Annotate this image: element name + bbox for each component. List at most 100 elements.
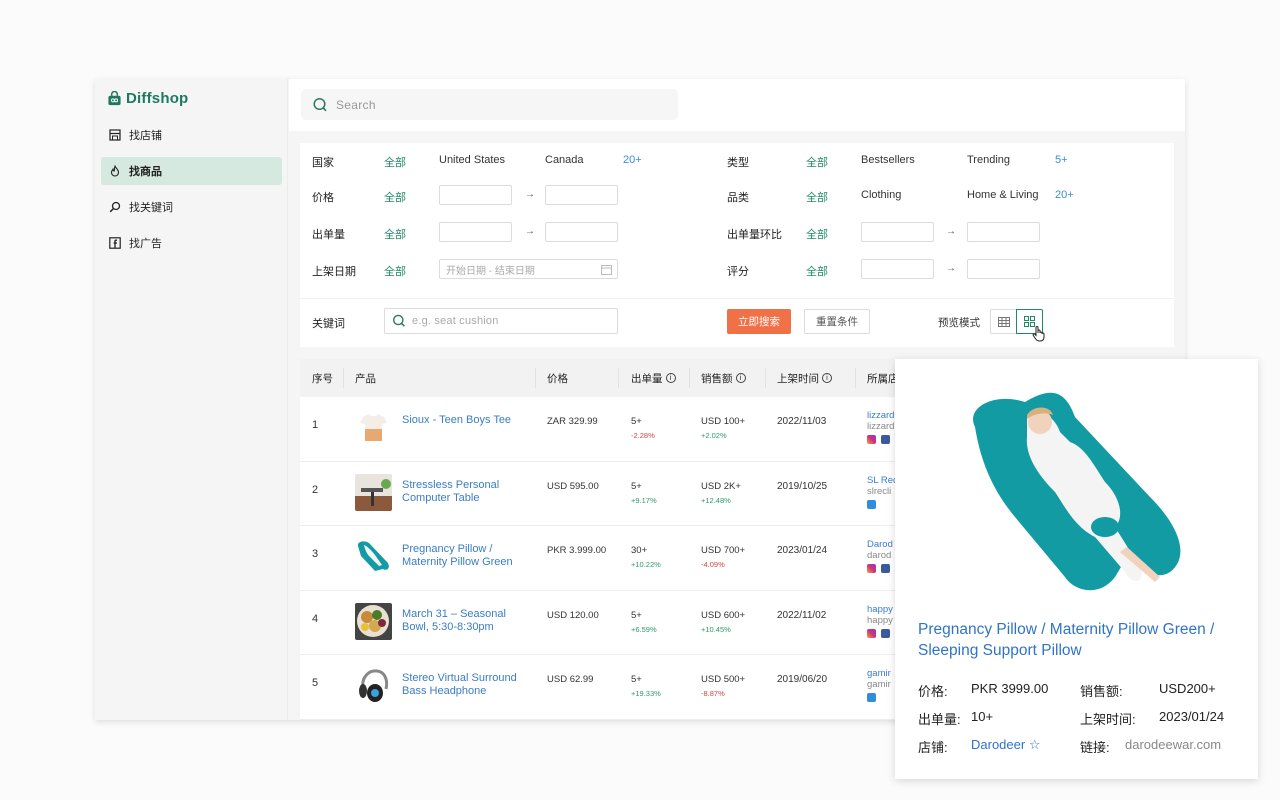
logo[interactable]: Diffshop <box>107 90 188 107</box>
product-name-link[interactable]: Stressless Personal Computer Table <box>402 479 532 505</box>
product-name-link[interactable]: March 31 – Seasonal Bowl, 5:30-8:30pm <box>402 608 532 634</box>
product-name-link[interactable]: Pregnancy Pillow / Maternity Pillow Gree… <box>402 543 532 569</box>
shop-icon[interactable] <box>867 500 876 509</box>
product-name-link[interactable]: Stereo Virtual Surround Bass Headphone <box>402 672 532 698</box>
date-range-picker[interactable]: 开始日期 - 结束日期 <box>439 259 618 279</box>
sales-value: USD 500+ <box>701 674 745 685</box>
facebook-icon[interactable] <box>881 435 890 444</box>
range-arrow: → <box>946 263 956 274</box>
rating-min-input[interactable] <box>861 259 934 279</box>
store-name-link[interactable]: SL Rec <box>867 475 897 486</box>
sales-cell: USD 500+-8.87% <box>701 674 745 698</box>
sidebar-item-keywords[interactable]: 找关键词 <box>101 193 282 221</box>
keyword-input[interactable]: e.g. seat cushion <box>384 308 618 334</box>
store-name-link[interactable]: happy <box>867 604 897 615</box>
orders-min-input[interactable] <box>439 222 512 242</box>
product-thumbnail[interactable] <box>355 474 392 511</box>
social-links <box>867 564 897 573</box>
column-divider <box>618 368 619 388</box>
row-index: 2 <box>312 484 318 496</box>
product-thumbnail[interactable] <box>355 538 392 575</box>
store-handle: darod <box>867 550 897 561</box>
filter-type-option[interactable]: Bestsellers <box>861 154 915 166</box>
filter-country-more[interactable]: 20+ <box>623 154 642 166</box>
product-price: USD 62.99 <box>547 674 593 685</box>
filter-category-option[interactable]: Home & Living <box>967 189 1039 201</box>
info-icon[interactable]: i <box>736 373 746 383</box>
star-icon[interactable]: ☆ <box>1029 737 1041 752</box>
filter-type-all[interactable]: 全部 <box>806 154 828 170</box>
orders-value: 5+ <box>631 416 655 427</box>
sidebar-item-products[interactable]: 找商品 <box>101 157 282 185</box>
global-search-input[interactable]: Search <box>301 89 678 120</box>
filter-orders-mom-all[interactable]: 全部 <box>806 226 828 242</box>
product-name-link[interactable]: Sioux - Teen Boys Tee <box>402 414 532 427</box>
preview-product-title[interactable]: Pregnancy Pillow / Maternity Pillow Gree… <box>918 619 1238 661</box>
table-icon <box>998 317 1010 327</box>
orders-change: +19.33% <box>631 689 661 698</box>
preview-orders-value: 10+ <box>971 709 993 724</box>
column-header-orders[interactable]: 出单量i <box>631 359 676 397</box>
flame-icon <box>109 165 121 177</box>
preview-url-link[interactable]: darodeewar.com <box>1125 737 1221 752</box>
orders-mom-min-input[interactable] <box>861 222 934 242</box>
filter-label-keyword: 关键词 <box>312 315 345 331</box>
instagram-icon[interactable] <box>867 435 876 444</box>
shop-icon[interactable] <box>867 693 876 702</box>
price-max-input[interactable] <box>545 185 618 205</box>
social-links <box>867 500 897 509</box>
rating-max-input[interactable] <box>967 259 1040 279</box>
calendar-icon <box>601 264 612 275</box>
orders-cell: 5++9.17% <box>631 481 657 505</box>
filter-rating-all[interactable]: 全部 <box>806 263 828 279</box>
column-header-sales[interactable]: 销售额i <box>701 359 746 397</box>
filter-label-country: 国家 <box>312 154 334 170</box>
instagram-icon[interactable] <box>867 564 876 573</box>
preview-store-link[interactable]: Darodeer ☆ <box>971 737 1040 753</box>
store-cell: happyhappy <box>867 604 897 638</box>
filter-category-option[interactable]: Clothing <box>861 189 901 201</box>
orders-max-input[interactable] <box>545 222 618 242</box>
sales-cell: USD 2K++12.48% <box>701 481 741 505</box>
filter-country-option[interactable]: Canada <box>545 154 584 166</box>
filter-country-option[interactable]: United States <box>439 154 505 166</box>
filter-type-option[interactable]: Trending <box>967 154 1010 166</box>
store-icon <box>109 129 121 141</box>
facebook-icon <box>109 237 121 249</box>
orders-cell: 30++10.22% <box>631 545 661 569</box>
filter-orders-all[interactable]: 全部 <box>384 226 406 242</box>
store-name-link[interactable]: gamir <box>867 668 897 679</box>
filter-date-all[interactable]: 全部 <box>384 263 406 279</box>
table-view-button[interactable] <box>990 309 1017 334</box>
price-min-input[interactable] <box>439 185 512 205</box>
listed-date: 2022/11/03 <box>777 416 826 427</box>
product-thumbnail[interactable] <box>355 603 392 640</box>
social-links <box>867 693 897 702</box>
search-now-button[interactable]: 立即搜索 <box>727 309 791 334</box>
reset-filters-button[interactable]: 重置条件 <box>804 309 870 334</box>
sales-value: USD 700+ <box>701 545 745 556</box>
product-thumbnail[interactable] <box>355 409 392 446</box>
product-price: ZAR 329.99 <box>547 416 598 427</box>
filter-category-more[interactable]: 20+ <box>1055 189 1074 201</box>
store-name-link[interactable]: lizzard <box>867 410 897 421</box>
info-icon[interactable]: i <box>822 373 832 383</box>
filter-price-all[interactable]: 全部 <box>384 189 406 205</box>
store-handle: happy <box>867 615 897 626</box>
column-header-listed-time[interactable]: 上架时间i <box>777 359 832 397</box>
info-icon[interactable]: i <box>666 373 676 383</box>
facebook-icon[interactable] <box>881 564 890 573</box>
sidebar-item-stores[interactable]: 找店铺 <box>101 121 282 149</box>
product-thumbnail[interactable] <box>355 667 392 704</box>
filter-label-orders-mom: 出单量环比 <box>727 226 782 242</box>
filter-country-all[interactable]: 全部 <box>384 154 406 170</box>
filter-category-all[interactable]: 全部 <box>806 189 828 205</box>
orders-value: 5+ <box>631 481 657 492</box>
instagram-icon[interactable] <box>867 629 876 638</box>
sidebar-item-ads[interactable]: 找广告 <box>101 229 282 257</box>
orders-mom-max-input[interactable] <box>967 222 1040 242</box>
facebook-icon[interactable] <box>881 629 890 638</box>
product-image[interactable] <box>955 377 1195 597</box>
store-name-link[interactable]: Darod <box>867 539 897 550</box>
filter-type-more[interactable]: 5+ <box>1055 154 1068 166</box>
